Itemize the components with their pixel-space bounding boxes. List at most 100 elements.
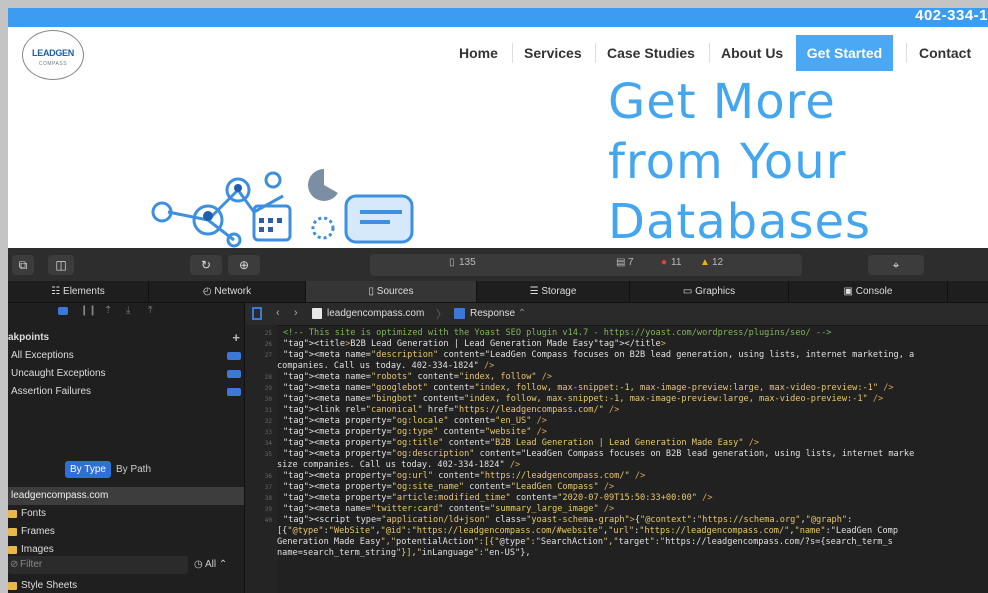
source-line[interactable]: "tag"><meta property="og:url" content="h… bbox=[283, 471, 645, 481]
folder-style-sheets[interactable]: Style Sheets bbox=[8, 577, 244, 593]
source-line[interactable]: [{"@type":"WebSite","@id":"https://leadg… bbox=[277, 526, 898, 536]
source-line[interactable]: "tag"><title>B2B Lead Generation | Lead … bbox=[283, 339, 666, 349]
inspector-tab-bar: ☷ Elements ◴ Network ▯ Sources ☰ Storage… bbox=[8, 281, 988, 303]
nav-divider bbox=[595, 43, 596, 63]
source-code[interactable]: <!-- This site is optimized with the Yoa… bbox=[246, 325, 988, 593]
source-line[interactable]: "tag"><meta property="og:description" co… bbox=[283, 449, 914, 459]
resource-count[interactable]: 135 bbox=[459, 257, 476, 268]
tab-elements-label: Elements bbox=[63, 286, 105, 297]
tab-graphics-label: Graphics bbox=[695, 286, 736, 297]
source-line[interactable]: name=search_term_string"}],"inLanguage":… bbox=[277, 548, 531, 558]
tab-network[interactable]: ◴ Network bbox=[149, 281, 306, 302]
breakpoint-filter-icon[interactable] bbox=[58, 307, 68, 315]
step-into-icon[interactable]: ⤓ bbox=[126, 305, 130, 316]
nav-divider bbox=[709, 43, 710, 63]
log-count[interactable]: 7 bbox=[628, 257, 634, 268]
website-viewport: 402-334-1 LEADGEN COMPASS Home Services … bbox=[8, 8, 988, 248]
console-icon: ▣ bbox=[843, 286, 856, 297]
source-line[interactable]: companies. Call us today. 402-334-1824" … bbox=[277, 361, 494, 371]
activity-summary[interactable] bbox=[370, 254, 802, 276]
resource-type-filter[interactable]: ◷ All ⌃ bbox=[194, 556, 227, 574]
folder-frames[interactable]: Frames bbox=[8, 523, 244, 541]
filter-input[interactable]: ⊘ Filter bbox=[8, 556, 188, 574]
step-out-icon[interactable]: ⤒ bbox=[148, 305, 152, 316]
breadcrumb-response[interactable]: Response ⌃ bbox=[470, 308, 526, 319]
breakpoints-header: akpoints + bbox=[8, 329, 244, 347]
warning-count[interactable]: 12 bbox=[712, 257, 723, 268]
dock-toggle-icon[interactable]: ◫ bbox=[48, 255, 74, 275]
folder-fonts[interactable]: Fonts bbox=[8, 505, 244, 523]
source-line[interactable]: "tag"><meta property="article:modified_t… bbox=[283, 493, 713, 503]
pause-icon[interactable]: ❙❙ bbox=[80, 305, 97, 316]
clock-icon: ◷ bbox=[194, 559, 205, 570]
source-viewer: ‹ › leadgencompass.com 〉 Response ⌃ 25 26… bbox=[246, 303, 988, 593]
nav-divider bbox=[906, 43, 907, 63]
tab-console[interactable]: ▣ Console bbox=[789, 281, 948, 302]
folder-icon bbox=[8, 528, 17, 536]
source-line[interactable]: <!-- This site is optimized with the Yoa… bbox=[283, 328, 831, 338]
domain-tree-item[interactable]: leadgencompass.com bbox=[8, 487, 244, 505]
back-icon[interactable]: ‹ bbox=[276, 307, 280, 319]
domain-label: leadgencompass.com bbox=[11, 490, 109, 501]
source-line[interactable]: size companies. Call us today. 402-334-1… bbox=[277, 460, 520, 470]
add-breakpoint-icon[interactable]: + bbox=[232, 329, 240, 347]
source-line[interactable]: "tag"><meta name="description" content="… bbox=[283, 350, 914, 360]
breakpoint-toggle-icon[interactable] bbox=[227, 388, 241, 396]
tab-sources[interactable]: ▯ Sources bbox=[306, 281, 477, 302]
source-line[interactable]: "tag"><script type="application/ld+json"… bbox=[283, 515, 852, 525]
site-logo[interactable]: LEADGEN COMPASS bbox=[22, 30, 84, 80]
hero-line-3: Databases bbox=[608, 194, 872, 248]
source-line[interactable]: "tag"><meta property="og:site_name" cont… bbox=[283, 482, 614, 492]
sidebar-toggle-icon[interactable] bbox=[252, 307, 262, 320]
breakpoint-label: All Exceptions bbox=[11, 350, 74, 361]
error-icon: ● bbox=[661, 257, 668, 268]
source-line[interactable]: "tag"><meta property="og:type" content="… bbox=[283, 427, 547, 437]
forward-icon[interactable]: › bbox=[294, 307, 298, 319]
detach-window-icon[interactable]: ⧉ bbox=[12, 255, 34, 275]
breakpoint-label: Assertion Failures bbox=[11, 386, 92, 397]
error-count[interactable]: 11 bbox=[671, 257, 681, 268]
source-line[interactable]: "tag"><link rel="canonical" href="https:… bbox=[283, 405, 619, 415]
web-inspector: ⧉ ◫ ↻ ⊕ ▯ 135 ▤ 7 ● 11 ▲ 12 ⌖ ☷ Elements… bbox=[8, 248, 988, 593]
reload-icon[interactable]: ↻ bbox=[190, 255, 222, 275]
source-line[interactable]: "tag"><meta property="og:locale" content… bbox=[283, 416, 547, 426]
hero-line-2: from Your bbox=[608, 134, 847, 190]
folder-icon bbox=[8, 546, 17, 554]
target-icon[interactable]: ⌖ bbox=[868, 255, 924, 275]
nav-home[interactable]: Home bbox=[459, 45, 498, 61]
warning-icon: ▲ bbox=[700, 257, 710, 268]
source-line[interactable]: "tag"><meta name="twitter:card" content=… bbox=[283, 504, 614, 514]
breakpoint-toggle-icon[interactable] bbox=[227, 370, 241, 378]
group-by-path-button[interactable]: By Path bbox=[116, 461, 151, 478]
network-icon: ◴ bbox=[202, 286, 215, 297]
source-line[interactable]: "tag"><meta name="bingbot" content="inde… bbox=[283, 394, 883, 404]
source-line[interactable]: "tag"><meta name="googlebot" content="in… bbox=[283, 383, 894, 393]
hero-line-1: Get More bbox=[608, 74, 836, 130]
breakpoint-toggle-icon[interactable] bbox=[227, 352, 241, 360]
breakpoint-row[interactable]: All Exceptions bbox=[8, 347, 244, 365]
download-icon[interactable]: ⊕ bbox=[228, 255, 260, 275]
breadcrumb-domain[interactable]: leadgencompass.com bbox=[327, 308, 424, 319]
get-started-button[interactable]: Get Started bbox=[796, 35, 893, 71]
tab-elements[interactable]: ☷ Elements bbox=[8, 281, 149, 302]
tab-graphics[interactable]: ▭ Graphics bbox=[630, 281, 789, 302]
group-by-type-button[interactable]: By Type bbox=[65, 461, 111, 478]
breakpoints-header-label: akpoints bbox=[8, 332, 50, 343]
folder-label: Frames bbox=[21, 526, 55, 537]
nav-case-studies[interactable]: Case Studies bbox=[607, 45, 695, 61]
breakpoint-row[interactable]: Assertion Failures bbox=[8, 383, 244, 401]
folder-label: Fonts bbox=[21, 508, 47, 519]
nav-contact[interactable]: Contact bbox=[919, 45, 971, 61]
sources-icon: ▯ bbox=[368, 286, 377, 297]
source-line[interactable]: "tag"><meta property="og:title" content=… bbox=[283, 438, 759, 448]
phone-number[interactable]: 402-334-1 bbox=[915, 8, 988, 24]
source-line[interactable]: Generation Made Easy","potentialAction":… bbox=[277, 537, 893, 547]
tab-storage[interactable]: ☰ Storage bbox=[477, 281, 630, 302]
breakpoint-row[interactable]: Uncaught Exceptions bbox=[8, 365, 244, 383]
source-line[interactable]: "tag"><meta name="robots" content="index… bbox=[283, 372, 552, 382]
nav-about-us[interactable]: About Us bbox=[721, 45, 783, 61]
response-icon bbox=[454, 308, 465, 319]
breakpoint-label: Uncaught Exceptions bbox=[11, 368, 106, 379]
nav-services[interactable]: Services bbox=[524, 45, 582, 61]
step-over-icon[interactable]: ⇡ bbox=[104, 305, 112, 316]
